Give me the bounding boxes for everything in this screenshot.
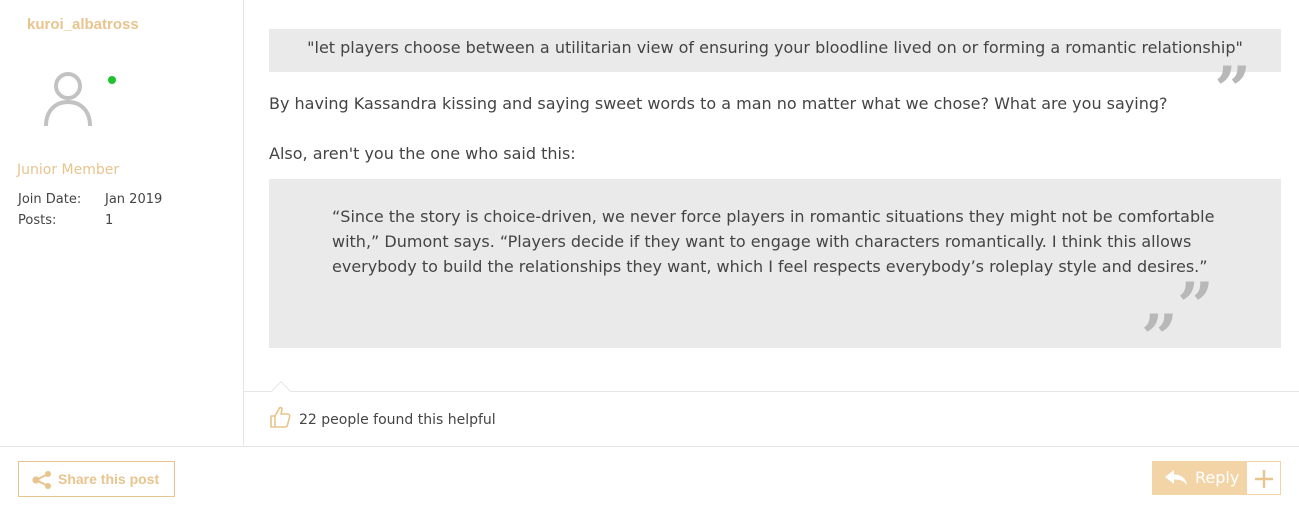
multi-quote-button[interactable] — [1246, 461, 1281, 495]
plus-icon — [1255, 470, 1273, 488]
reply-button[interactable]: Reply — [1152, 461, 1246, 495]
pointer-notch — [271, 381, 291, 401]
thumbs-up-icon[interactable] — [269, 405, 291, 429]
post-content: "let players choose between a utilitaria… — [244, 0, 1299, 446]
share-icon — [32, 471, 51, 489]
post-actions-bar: Share this post Reply — [0, 446, 1299, 507]
username-link[interactable]: kuroi_albatross — [27, 16, 139, 33]
join-date-row: Join Date: Jan 2019 — [18, 192, 162, 207]
helpful-bar: 22 people found this helpful — [244, 381, 1299, 446]
join-date-value: Jan 2019 — [105, 192, 163, 207]
user-rank: Junior Member — [17, 162, 120, 178]
share-label: Share this post — [58, 471, 160, 487]
quote-mark-icon: ” — [1214, 53, 1251, 128]
helpful-count: 22 people found this helpful — [299, 412, 496, 428]
quote-block-long: “Since the story is choice-driven, we ne… — [269, 179, 1281, 371]
quote-block-short: "let players choose between a utilitaria… — [269, 29, 1281, 123]
share-post-button[interactable]: Share this post — [18, 461, 175, 497]
quote-mark-icon: ” — [1177, 269, 1214, 344]
post-paragraph: By having Kassandra kissing and saying s… — [269, 94, 1168, 113]
online-status-indicator — [108, 76, 116, 84]
quote-long-text: “Since the story is choice-driven, we ne… — [332, 207, 1215, 276]
quote-short-text: "let players choose between a utilitaria… — [307, 38, 1243, 57]
reply-label: Reply — [1195, 468, 1240, 487]
posts-label: Posts: — [18, 213, 57, 228]
posts-value: 1 — [105, 213, 114, 228]
posts-row: Posts: 1 — [18, 213, 113, 228]
reply-arrow-icon — [1165, 470, 1187, 485]
join-date-label: Join Date: — [18, 192, 82, 207]
user-avatar-icon[interactable] — [43, 70, 93, 128]
post-paragraph: Also, aren't you the one who said this: — [269, 144, 576, 163]
quote-mark-icon: ” — [1141, 301, 1178, 376]
user-sidebar: kuroi_albatross Junior Member Join Date:… — [0, 0, 244, 446]
